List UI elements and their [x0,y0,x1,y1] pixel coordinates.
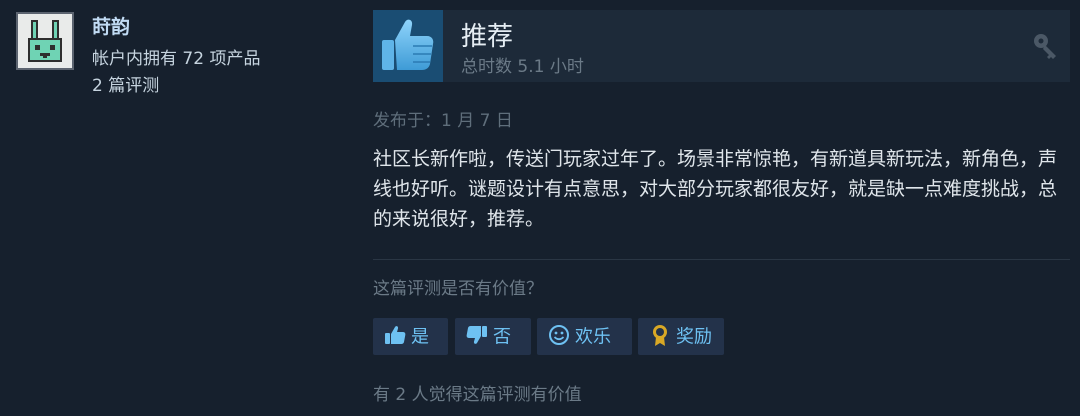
review-verdict: 推荐 [461,22,514,52]
thumbs-down-icon [465,323,489,347]
smiley-icon [547,323,571,347]
author-meta: 帐户内拥有 72 项产品 2 篇评测 [92,46,260,100]
products-owned-link[interactable]: 帐户内拥有 72 项产品 [92,46,260,73]
avatar[interactable] [16,12,74,70]
vote-no-label: 否 [493,326,511,348]
thumbs-up-icon [382,19,434,71]
award-label: 奖励 [676,326,712,348]
hours-played: 总时数 5.1 小时 [461,57,584,77]
review-count-link[interactable]: 2 篇评测 [92,73,260,100]
divider [373,259,1070,260]
vote-yes-label: 是 [411,326,429,348]
award-medal-icon [648,323,672,347]
author-name[interactable]: 莳韵 [92,12,130,39]
vote-funny-label: 欢乐 [575,326,611,348]
review-card: 莳韵 帐户内拥有 72 项产品 2 篇评测 推荐 总时数 5.1 小时 发布于：… [0,0,1080,416]
found-helpful-count: 有 2 人觉得这篇评测有价值 [373,385,582,405]
key-icon [1034,34,1056,59]
review-header: 推荐 总时数 5.1 小时 [373,10,1070,82]
rabbit-avatar-icon [18,14,72,68]
thumbs-up-icon [383,323,407,347]
vote-yes-button[interactable]: 是 [373,318,448,355]
review-text: 社区长新作啦，传送门玩家过年了。场景非常惊艳，有新道具新玩法，新角色，声线也好听… [373,148,1058,230]
helpful-question: 这篇评测是否有价值？ [373,279,543,299]
recommended-badge [373,10,443,82]
award-button[interactable]: 奖励 [638,318,724,355]
posted-date: 发布于：1 月 7 日 [373,111,513,131]
vote-funny-button[interactable]: 欢乐 [537,318,632,355]
vote-no-button[interactable]: 否 [455,318,531,355]
